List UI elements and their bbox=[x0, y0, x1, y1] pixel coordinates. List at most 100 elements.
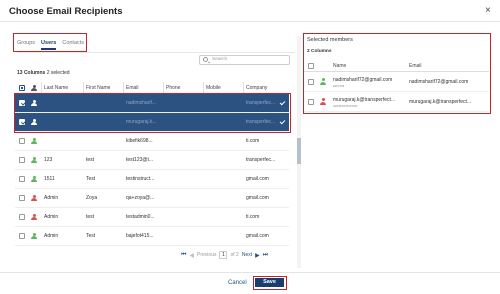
select-all-checkbox[interactable] bbox=[308, 63, 314, 69]
cell-last: Admin bbox=[44, 233, 59, 239]
user-icon bbox=[31, 194, 37, 202]
header-mobile[interactable]: Mobile bbox=[206, 85, 221, 91]
choose-email-recipients-dialog: Choose Email Recipients × Groups Users C… bbox=[0, 0, 500, 294]
cell-last: 1511 bbox=[44, 176, 55, 182]
row-checkbox[interactable] bbox=[19, 100, 25, 106]
table-row[interactable]: Admin Test bajefot415... gmail.com bbox=[15, 227, 289, 246]
cell-company: gmail.com bbox=[246, 176, 269, 182]
member-name: nadimsharif72@gmail.com bbox=[333, 77, 393, 83]
member-email: nadimsharif72@gmail.com bbox=[409, 79, 469, 85]
previous-page-icon[interactable]: ◀ bbox=[189, 252, 194, 259]
divider bbox=[0, 21, 500, 22]
row-checkbox[interactable] bbox=[19, 195, 25, 201]
user-icon bbox=[31, 99, 37, 107]
cell-email: testinstruct... bbox=[126, 176, 155, 182]
cell-first: Zoya bbox=[86, 195, 98, 201]
cell-company: transperfec... bbox=[246, 157, 276, 163]
row-checkbox[interactable] bbox=[19, 119, 25, 125]
tab-contacts[interactable]: Contacts bbox=[62, 40, 84, 46]
tab-users[interactable]: Users bbox=[41, 40, 57, 50]
header-name[interactable]: Name bbox=[333, 63, 346, 69]
cell-email: nadimsharif... bbox=[126, 100, 157, 106]
table-row[interactable]: murugaraj.k... transperfec... bbox=[15, 113, 289, 132]
cell-email: bajefot415... bbox=[126, 233, 154, 239]
member-role: EDITOR bbox=[333, 84, 345, 88]
last-page-icon[interactable]: ⏭ bbox=[263, 252, 268, 259]
save-button[interactable]: Save bbox=[255, 278, 284, 287]
member-name: murugaraj.k@transperfect... bbox=[333, 97, 396, 103]
search-input[interactable]: Search bbox=[199, 55, 290, 65]
table-row[interactable]: nadimsharif... transperfec... bbox=[15, 94, 289, 113]
member-email: murugaraj.k@transperfect... bbox=[409, 99, 472, 105]
cell-company: ti.com bbox=[246, 138, 260, 144]
cell-email: qa+zoya@... bbox=[126, 195, 155, 201]
cell-first: test bbox=[86, 157, 95, 163]
search-placeholder: Search bbox=[212, 57, 228, 62]
cell-company: ti.com bbox=[246, 214, 260, 220]
cell-last: Admin bbox=[44, 214, 59, 220]
header-email[interactable]: Email bbox=[126, 85, 139, 91]
previous-button[interactable]: Previous bbox=[197, 252, 216, 258]
user-icon bbox=[31, 232, 37, 240]
next-page-icon[interactable]: ▶ bbox=[255, 252, 260, 259]
cell-last: 123 bbox=[44, 157, 53, 163]
cell-company: transperfec... bbox=[246, 119, 276, 125]
member-role: ADMINISTRATOR bbox=[333, 104, 358, 108]
user-icon bbox=[31, 213, 37, 221]
user-icon bbox=[31, 156, 37, 164]
row-checkbox[interactable] bbox=[308, 79, 314, 85]
columns-count: 13 Columns bbox=[17, 70, 46, 76]
cell-company: transperfec... bbox=[246, 100, 276, 106]
header-phone[interactable]: Phone bbox=[166, 85, 180, 91]
selected-check-icon bbox=[279, 99, 286, 106]
scrollbar-thumb[interactable] bbox=[297, 138, 301, 164]
cell-email: testadmin0... bbox=[126, 214, 155, 220]
user-icon bbox=[31, 175, 37, 183]
list-item[interactable]: nadimsharif72@gmail.com EDITOR nadimsharif… bbox=[304, 72, 489, 92]
header-company[interactable]: Company bbox=[246, 85, 267, 91]
selected-count: 2 selected bbox=[46, 70, 70, 76]
next-button[interactable]: Next bbox=[242, 252, 252, 258]
list-item[interactable]: murugaraj.k@transperfect... ADMINISTRATOR… bbox=[304, 92, 489, 112]
cell-first: Test bbox=[86, 233, 96, 239]
cell-email: murugaraj.k... bbox=[126, 119, 157, 125]
search-icon bbox=[203, 57, 208, 62]
divider bbox=[0, 272, 500, 273]
tab-groups[interactable]: Groups bbox=[17, 40, 35, 46]
table-row[interactable]: Admin test testadmin0... ti.com bbox=[15, 208, 289, 227]
user-icon bbox=[31, 84, 37, 92]
user-icon bbox=[31, 118, 37, 126]
user-icon bbox=[320, 98, 326, 105]
save-highlight: Save bbox=[253, 276, 287, 290]
cell-company: gmail.com bbox=[246, 233, 269, 239]
cell-email: kibefik698... bbox=[126, 138, 153, 144]
table-row[interactable]: kibefik698... ti.com bbox=[15, 132, 289, 151]
table-row[interactable]: 1511 Test testinstruct... gmail.com bbox=[15, 170, 289, 189]
table-header: Last Name First Name Email Phone Mobile … bbox=[15, 82, 289, 94]
cell-last: Admin bbox=[44, 195, 59, 201]
cancel-button[interactable]: Cancel bbox=[228, 280, 247, 286]
panel-title: Selected members bbox=[307, 37, 353, 43]
row-checkbox[interactable] bbox=[19, 176, 25, 182]
table-row[interactable]: 123 test test123@t... transperfec... bbox=[15, 151, 289, 170]
cell-first: Test bbox=[86, 176, 96, 182]
table-row[interactable]: Admin Zoya qa+zoya@... gmail.com bbox=[15, 189, 289, 208]
header-email[interactable]: Email bbox=[409, 63, 422, 69]
row-checkbox[interactable] bbox=[19, 233, 25, 239]
first-page-icon[interactable]: ⏮ bbox=[181, 252, 186, 259]
cell-first: test bbox=[86, 214, 95, 220]
columns-info: 13 Columns 2 selected bbox=[17, 70, 70, 76]
user-icon bbox=[320, 78, 326, 85]
header-last-name[interactable]: Last Name bbox=[44, 85, 68, 91]
page-input[interactable]: 1 bbox=[219, 251, 228, 259]
row-checkbox[interactable] bbox=[19, 138, 25, 144]
close-icon[interactable]: × bbox=[485, 5, 491, 16]
selected-table-header: Name Email bbox=[304, 60, 489, 72]
row-checkbox[interactable] bbox=[308, 99, 314, 105]
select-all-checkbox[interactable] bbox=[19, 85, 25, 91]
header-first-name[interactable]: First Name bbox=[86, 85, 110, 91]
row-checkbox[interactable] bbox=[19, 157, 25, 163]
row-checkbox[interactable] bbox=[19, 214, 25, 220]
divider bbox=[17, 52, 295, 53]
page-of-label: of 2 bbox=[230, 252, 239, 258]
